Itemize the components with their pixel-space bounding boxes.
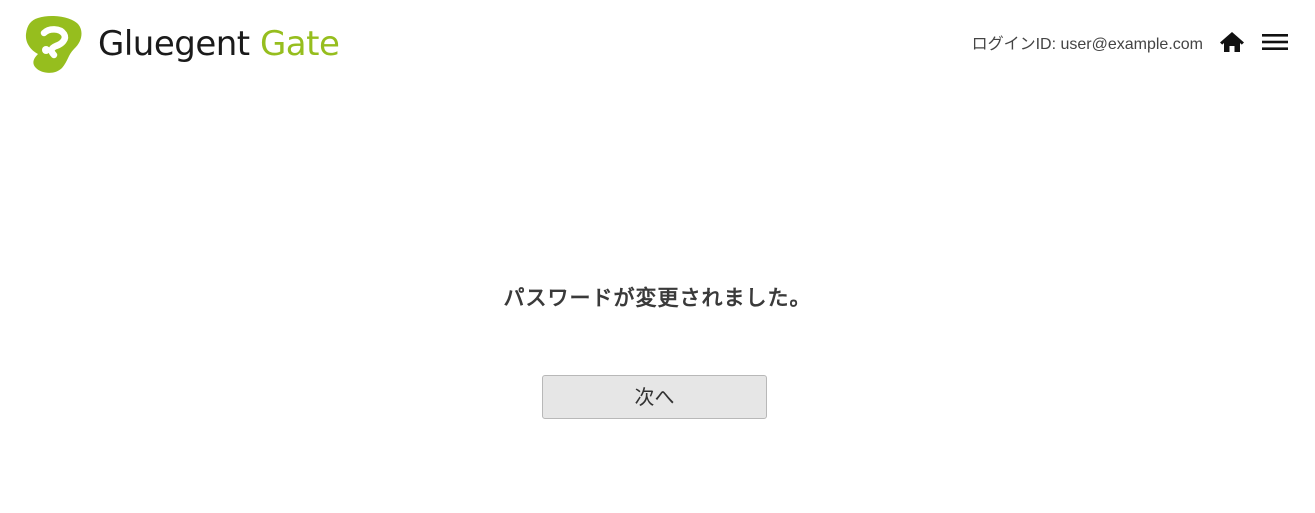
page: Gluegent Gate ログインID: user@example.com パ…	[0, 0, 1315, 513]
password-changed-message: パスワードが変更されました。	[503, 286, 812, 310]
next-button[interactable]: 次へ	[542, 375, 767, 419]
main-content: パスワードが変更されました。 次へ	[0, 0, 1315, 513]
